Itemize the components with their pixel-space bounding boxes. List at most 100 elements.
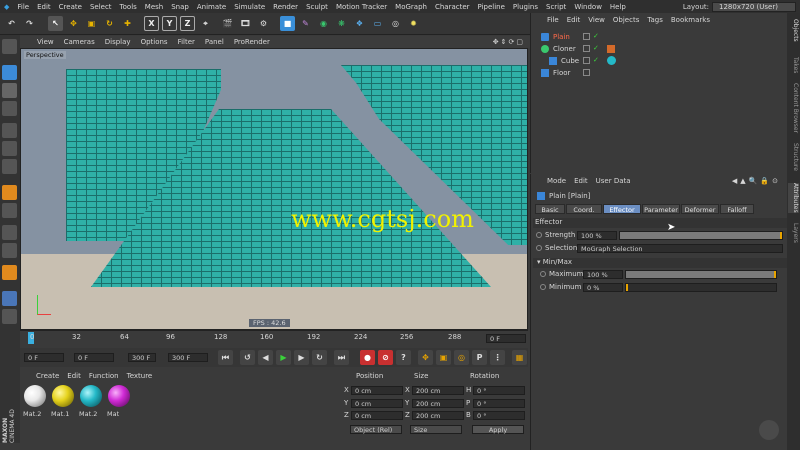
viewport-menu-options[interactable]: Options — [136, 38, 173, 46]
minimum-slider[interactable] — [625, 283, 777, 292]
range-start-field[interactable]: 0 F — [74, 353, 114, 362]
maximum-slider[interactable] — [625, 270, 777, 279]
object-row[interactable]: Cube ✓ — [531, 56, 787, 67]
side-tab-attributes[interactable]: Attributes — [788, 183, 799, 213]
menu-character[interactable]: Character — [431, 3, 474, 11]
go-to-start-icon[interactable]: ⏮ — [218, 350, 233, 365]
object-menu-objects[interactable]: Objects — [613, 16, 639, 24]
object-menu-bookmarks[interactable]: Bookmarks — [671, 16, 710, 24]
axis-x-button[interactable]: X — [144, 16, 159, 31]
material-tag-icon[interactable] — [607, 56, 616, 65]
array-icon[interactable]: ❋ — [334, 16, 349, 31]
viewport-menu-cameras[interactable]: Cameras — [59, 38, 100, 46]
coord-size-select[interactable]: Size — [410, 425, 462, 434]
material-menu-create[interactable]: Create — [36, 372, 59, 380]
object-menu-edit[interactable]: Edit — [567, 16, 581, 24]
lock-icon[interactable] — [2, 291, 17, 306]
subdivision-icon[interactable]: ◉ — [316, 16, 331, 31]
strength-field[interactable]: 100 % — [577, 231, 617, 240]
axis-z-button[interactable]: Z — [180, 16, 195, 31]
previous-key-icon[interactable]: ↺ — [240, 350, 255, 365]
viewport-menu-filter[interactable]: Filter — [173, 38, 200, 46]
timeline-ruler[interactable]: 0 32 64 96 128 160 192 224 256 288 0 F — [20, 330, 528, 348]
menu-file[interactable]: File — [13, 3, 33, 11]
keyframe-selection-icon[interactable]: ? — [396, 350, 411, 365]
menu-animate[interactable]: Animate — [193, 3, 230, 11]
viewport-menu-view[interactable]: View — [32, 38, 59, 46]
maximum-keyframe-icon[interactable] — [540, 271, 546, 277]
maximum-field[interactable]: 100 % — [583, 270, 623, 279]
position-key-icon[interactable]: ✥ — [418, 350, 433, 365]
mograph-selection-tag-icon[interactable] — [607, 45, 615, 53]
apply-button[interactable]: Apply — [472, 425, 524, 434]
object-menu-tags[interactable]: Tags — [647, 16, 663, 24]
next-key-icon[interactable]: ↻ — [312, 350, 327, 365]
menu-pipeline[interactable]: Pipeline — [474, 3, 509, 11]
workplane-icon[interactable] — [2, 101, 17, 116]
strength-keyframe-icon[interactable] — [536, 232, 542, 238]
viewport-menu-display[interactable]: Display — [100, 38, 136, 46]
check-icon[interactable]: ✓ — [593, 32, 599, 40]
rotate-icon[interactable]: ↻ — [102, 16, 117, 31]
object-row[interactable]: Floor — [531, 68, 787, 79]
material-menu-function[interactable]: Function — [89, 372, 119, 380]
viewport-menu-panel[interactable]: Panel — [200, 38, 229, 46]
menu-select[interactable]: Select — [86, 3, 116, 11]
parameter-key-icon[interactable]: P — [472, 350, 487, 365]
visibility-toggle-icon[interactable] — [583, 33, 590, 40]
menu-edit[interactable]: Edit — [33, 3, 55, 11]
side-tab-takes[interactable]: Takes — [788, 57, 799, 73]
grid-icon[interactable] — [2, 309, 17, 324]
size-x-field[interactable]: 200 cm — [412, 386, 464, 395]
selection-keyframe-icon[interactable] — [536, 245, 542, 251]
menu-tools[interactable]: Tools — [116, 3, 141, 11]
tweak-icon[interactable] — [2, 203, 17, 218]
scale-key-icon[interactable]: ▣ — [436, 350, 451, 365]
range-end-field[interactable]: 300 F — [128, 353, 156, 362]
tab-basic[interactable]: Basic — [535, 204, 565, 214]
perspective-viewport[interactable]: Perspective www.cgtsj.com FPS : 42.6 — [20, 48, 528, 330]
object-row[interactable]: Plain ✓ — [531, 32, 787, 43]
visibility-toggle-icon[interactable] — [583, 45, 590, 52]
rotation-b-field[interactable]: 0 ° — [473, 411, 525, 420]
live-selection-icon[interactable]: ↖ — [48, 16, 63, 31]
attr-menu-user-data[interactable]: User Data — [596, 177, 631, 185]
menu-sculpt[interactable]: Sculpt — [302, 3, 332, 11]
redo-icon[interactable]: ↷ — [22, 16, 37, 31]
coordinate-system-icon[interactable]: ⌖ — [198, 16, 213, 31]
rotation-key-icon[interactable]: ◎ — [454, 350, 469, 365]
tab-falloff[interactable]: Falloff — [720, 204, 754, 214]
strength-slider[interactable] — [619, 231, 783, 240]
menu-motion-tracker[interactable]: Motion Tracker — [332, 3, 391, 11]
recent-tools-icon[interactable]: ✚ — [120, 16, 135, 31]
menu-mograph[interactable]: MoGraph — [391, 3, 431, 11]
menu-script[interactable]: Script — [542, 3, 570, 11]
minmax-group-header[interactable]: ▾ Min/Max — [533, 258, 787, 268]
menu-snap[interactable]: Snap — [167, 3, 193, 11]
menu-mesh[interactable]: Mesh — [141, 3, 167, 11]
rotation-p-field[interactable]: 0 ° — [473, 399, 525, 408]
record-keys-icon[interactable]: ● — [360, 350, 375, 365]
object-menu-view[interactable]: View — [588, 16, 605, 24]
rotation-h-field[interactable]: 0 ° — [473, 386, 525, 395]
play-icon[interactable]: ▶ — [276, 350, 291, 365]
material-menu-edit[interactable]: Edit — [67, 372, 81, 380]
check-icon[interactable]: ✓ — [593, 44, 599, 52]
check-icon[interactable]: ✓ — [593, 56, 599, 64]
viewport-nav-icons[interactable]: ✥⇕⟳▢ — [488, 38, 530, 46]
end-frame-field[interactable]: 300 F — [168, 353, 208, 362]
texture-mode-icon[interactable] — [2, 83, 17, 98]
menu-window[interactable]: Window — [570, 3, 606, 11]
cube-object-icon[interactable]: ■ — [280, 16, 295, 31]
scale-icon[interactable]: ▣ — [84, 16, 99, 31]
position-z-field[interactable]: 0 cm — [351, 411, 403, 420]
move-icon[interactable]: ✥ — [66, 16, 81, 31]
polygons-mode-icon[interactable] — [2, 159, 17, 174]
tab-parameter[interactable]: Parameter — [642, 204, 680, 214]
start-frame-field[interactable]: 0 F — [24, 353, 64, 362]
autokey-icon[interactable]: ⊘ — [378, 350, 393, 365]
previous-frame-icon[interactable]: ◀ — [258, 350, 273, 365]
material-slot[interactable]: Mat.2 — [78, 384, 104, 420]
size-z-field[interactable]: 200 cm — [412, 411, 464, 420]
menu-simulate[interactable]: Simulate — [230, 3, 269, 11]
